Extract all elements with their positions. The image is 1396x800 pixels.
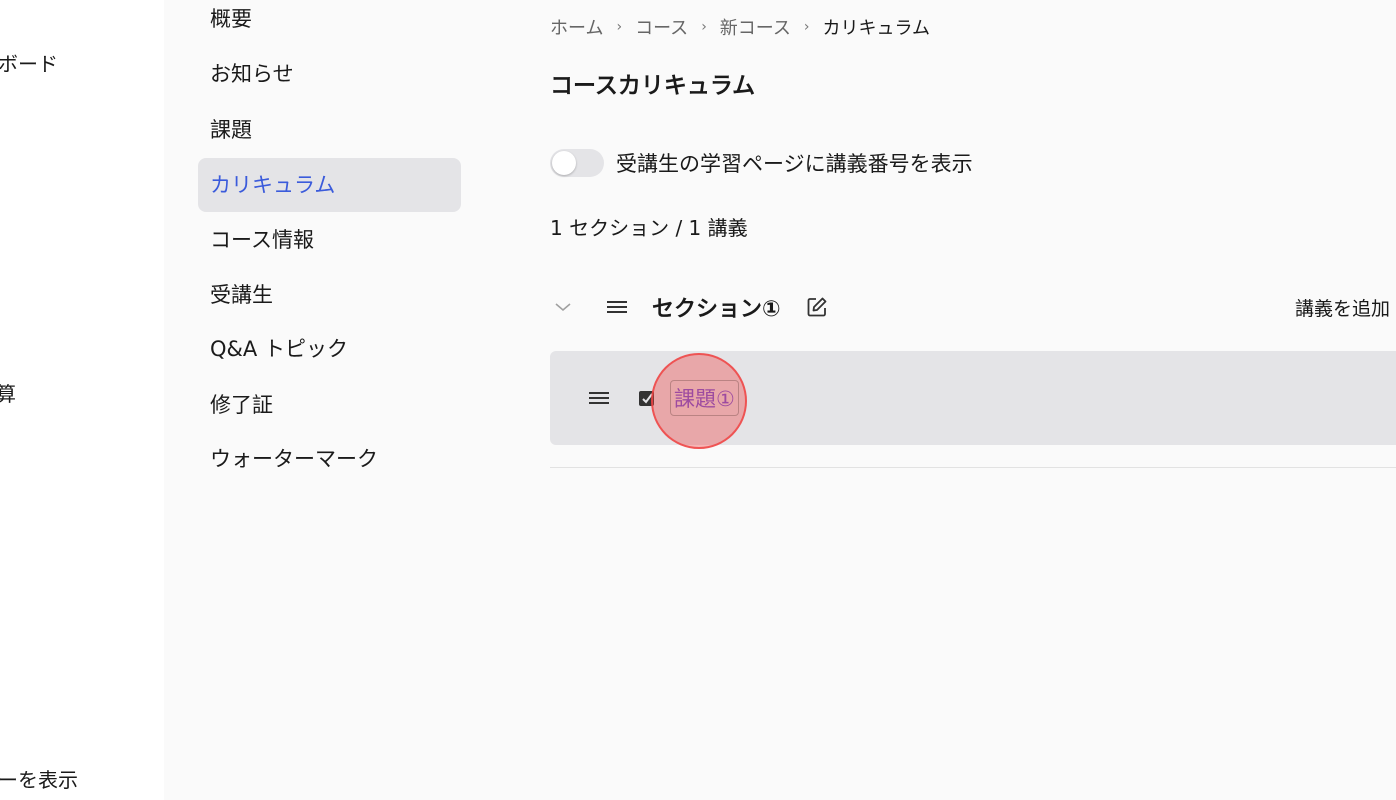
nav-item-overview[interactable]: 概要: [198, 0, 461, 46]
breadcrumb-current: カリキュラム: [822, 18, 930, 39]
nav-item-announcements[interactable]: お知らせ: [198, 47, 461, 101]
breadcrumb-home[interactable]: ホーム: [550, 14, 603, 40]
nav-item-watermark[interactable]: ウォーターマーク: [198, 432, 461, 486]
app-root: ボード 算 ーを表示 概要 お知らせ 課題 カリキュラム コース情報 受講生 Q…: [0, 0, 1396, 800]
nav-item-certificate[interactable]: 修了証: [198, 378, 461, 432]
chevron-down-icon[interactable]: [550, 294, 576, 320]
lecture-number-toggle-row: 受講生の学習ページに講義番号を表示: [550, 148, 973, 178]
global-sidebar: ボード 算 ーを表示: [0, 0, 164, 800]
lecture-title-link[interactable]: 課題①: [670, 380, 739, 416]
section-lecture-counts: 1 セクション / 1 講義: [550, 216, 748, 240]
sidebar-item-dashboard[interactable]: ボード: [0, 48, 58, 77]
breadcrumb: ホーム › コース › 新コース › カリキュラム: [550, 14, 930, 40]
toggle-knob: [552, 151, 576, 175]
sidebar-show-more[interactable]: ーを表示: [0, 764, 78, 793]
page-title: コースカリキュラム: [550, 73, 756, 99]
edit-icon[interactable]: [805, 295, 829, 319]
section-header: セクション① 講義を追加: [550, 286, 1396, 328]
toggle-label: 受講生の学習ページに講義番号を表示: [616, 152, 973, 176]
breadcrumb-separator-icon: ›: [616, 19, 623, 35]
assignment-icon: [636, 387, 658, 409]
breadcrumb-separator-icon: ›: [803, 19, 810, 35]
sidebar-item-partial[interactable]: 算: [0, 378, 16, 407]
breadcrumb-course[interactable]: 新コース: [720, 14, 791, 40]
drag-handle-icon[interactable]: [604, 294, 630, 320]
lecture-row: 課題①: [550, 351, 1396, 449]
lecture-number-toggle[interactable]: [550, 149, 604, 177]
drag-handle-icon[interactable]: [586, 385, 612, 411]
breadcrumb-separator-icon: ›: [701, 19, 707, 35]
add-lecture-button[interactable]: 講義を追加: [1295, 294, 1390, 321]
breadcrumb-courses[interactable]: コース: [635, 14, 688, 40]
nav-item-course-info[interactable]: コース情報: [198, 213, 461, 267]
divider: [550, 467, 1396, 468]
nav-item-students[interactable]: 受講生: [198, 268, 461, 322]
nav-item-curriculum[interactable]: カリキュラム: [198, 158, 461, 212]
nav-item-qa-topics[interactable]: Q&A トピック: [198, 322, 461, 376]
section-title: セクション①: [652, 297, 781, 322]
nav-item-assignments[interactable]: 課題: [198, 103, 461, 157]
